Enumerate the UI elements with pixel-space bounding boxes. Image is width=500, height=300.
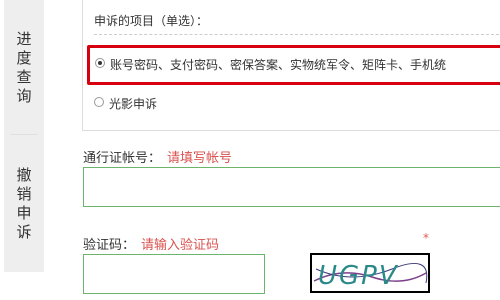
selected-option-highlight: 账号密码、支付密码、密保答案、实物统军令、矩阵卡、手机统 [87, 45, 500, 85]
radio-option-account-password[interactable] [95, 58, 105, 68]
sidebar-item-cancel-appeal[interactable]: 撤 销 申 诉 [4, 166, 44, 242]
sidebar-item-progress-query[interactable]: 进 度 查 询 [4, 30, 44, 106]
radio-option-light-shadow[interactable] [94, 97, 104, 107]
sidebar-item-char: 查 [16, 68, 32, 86]
sidebar-item-char: 诉 [16, 223, 32, 241]
sidebar: 进 度 查 询 撤 销 申 诉 [4, 0, 44, 272]
verification-label-text: 验证码： [83, 238, 136, 253]
account-label-text: 通行证帐号： [83, 151, 162, 166]
sidebar-item-char: 询 [16, 87, 32, 105]
sidebar-item-char: 申 [16, 204, 32, 222]
appeal-items-label: 申诉的项目（单选）： [94, 14, 209, 28]
sidebar-item-char: 进 [16, 30, 32, 48]
sidebar-item-char: 销 [16, 185, 32, 203]
required-mark: * [423, 231, 429, 245]
sidebar-divider [10, 134, 38, 135]
verification-hint: 请输入验证码 [141, 238, 220, 253]
captcha-image[interactable]: UGPV [310, 253, 430, 293]
account-field-label: 通行证帐号： 请填写帐号 [83, 147, 232, 166]
option-label-light-shadow: 光影申诉 [109, 97, 158, 111]
captcha-graphic: UGPV [313, 261, 428, 291]
account-input[interactable] [83, 167, 500, 207]
captcha-text: UGPV [318, 261, 399, 291]
account-hint: 请填写帐号 [167, 151, 233, 166]
sidebar-item-char: 度 [16, 49, 32, 67]
sidebar-item-char: 撤 [16, 166, 32, 184]
verification-field-label: 验证码： 请输入验证码 [83, 234, 219, 253]
section-divider [94, 34, 500, 35]
option-label-account-password: 账号密码、支付密码、密保答案、实物统军令、矩阵卡、手机统 [110, 58, 447, 72]
verification-code-input[interactable] [83, 254, 265, 294]
